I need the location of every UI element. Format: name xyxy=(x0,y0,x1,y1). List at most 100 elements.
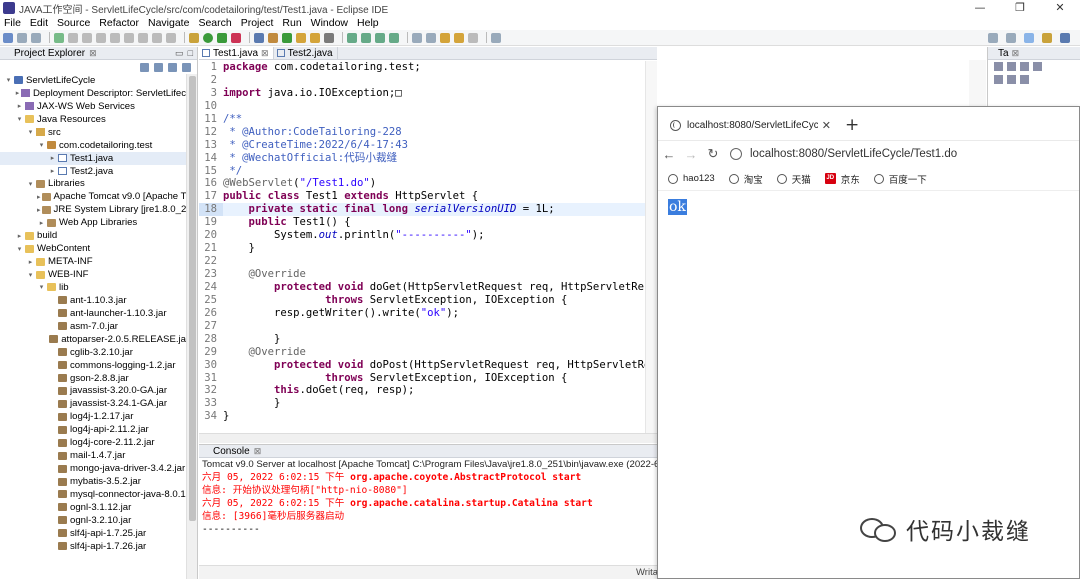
tree-item[interactable]: ▾ WEB-INF xyxy=(0,268,186,281)
bookmark-item[interactable]: JD 京东 xyxy=(824,172,860,186)
terminate-icon[interactable] xyxy=(110,32,120,43)
close-tab-icon[interactable]: ✕ xyxy=(822,119,831,132)
tree-item[interactable]: ▸ JRE System Library [jre1.8.0_25 xyxy=(0,203,186,216)
step-into-icon[interactable] xyxy=(138,32,148,43)
chevron-down-icon[interactable]: ▾ xyxy=(4,76,13,84)
menu-file[interactable]: File xyxy=(4,17,21,29)
tree-item[interactable]: ant-1.10.3.jar xyxy=(0,294,186,307)
code-line[interactable]: 27 xyxy=(199,320,657,333)
activate-icon[interactable] xyxy=(1007,75,1016,84)
toggle-mark-occurrences-icon[interactable] xyxy=(347,32,357,43)
skip-breakpoints-icon[interactable] xyxy=(68,32,78,43)
chevron-down-icon[interactable]: ▾ xyxy=(26,271,35,279)
code-line[interactable]: 34} xyxy=(199,410,657,423)
minimize-view-icon[interactable]: ▭ xyxy=(175,48,184,59)
step-return-icon[interactable] xyxy=(166,32,176,43)
suspend-icon[interactable] xyxy=(96,32,106,43)
tree-item[interactable]: ▾ ServletLifeCycle xyxy=(0,74,186,87)
tree-item[interactable]: ▸ Test2.java xyxy=(0,165,186,178)
close-tab-icon[interactable]: ⊠ xyxy=(261,48,269,59)
tree-item[interactable]: ▸ Web App Libraries xyxy=(0,216,186,229)
code-line[interactable]: 11 /** xyxy=(199,113,657,126)
tree-item[interactable]: ▸ Apache Tomcat v9.0 [Apache T xyxy=(0,190,186,203)
tree-item[interactable]: asm-7.0.jar xyxy=(0,320,186,333)
tree-item[interactable]: log4j-api-2.11.2.jar xyxy=(0,423,186,436)
chevron-down-icon[interactable]: ▾ xyxy=(26,180,35,188)
tree-item[interactable]: ▸ Test1.java xyxy=(0,151,186,165)
bookmark-item[interactable]: 淘宝 xyxy=(728,172,763,186)
code-line[interactable]: 19 public Test1() { xyxy=(199,216,657,229)
last-edit-location-icon[interactable] xyxy=(440,32,450,43)
code-line[interactable]: 22 xyxy=(199,255,657,268)
restore-button[interactable]: ❐ xyxy=(1000,0,1040,16)
disconnect-icon[interactable] xyxy=(124,32,134,43)
open-type-icon[interactable] xyxy=(296,32,306,43)
tree-item[interactable]: ▸ META-INF xyxy=(0,255,186,268)
tree-item[interactable]: ▾ com.codetailoring.test xyxy=(0,139,186,152)
tree-item[interactable]: javassist-3.20.0-GA.jar xyxy=(0,385,186,398)
tree-item[interactable]: ognl-3.2.10.jar xyxy=(0,514,186,527)
tree-item[interactable]: ▾ Libraries xyxy=(0,178,186,191)
resume-icon[interactable] xyxy=(82,32,92,43)
tree-item[interactable]: ▾ Java Resources xyxy=(0,113,186,126)
chevron-right-icon[interactable]: ▸ xyxy=(15,89,20,97)
debug-perspective-icon[interactable] xyxy=(1042,32,1052,43)
editor-horizontal-scrollbar[interactable] xyxy=(199,433,657,443)
menu-navigate[interactable]: Navigate xyxy=(148,17,189,29)
menu-window[interactable]: Window xyxy=(311,17,348,29)
tree-item[interactable]: log4j-core-2.11.2.jar xyxy=(0,436,186,449)
open-perspective-icon[interactable] xyxy=(1006,32,1016,43)
step-over-icon[interactable] xyxy=(152,32,162,43)
chevron-right-icon[interactable]: ▸ xyxy=(26,258,35,266)
jee-perspective-icon[interactable] xyxy=(1024,32,1034,43)
chevron-right-icon[interactable]: ▸ xyxy=(48,167,57,175)
tree-item[interactable]: slf4j-api-1.7.25.jar xyxy=(0,527,186,540)
code-line[interactable]: 25 throws ServletException, IOException … xyxy=(199,294,657,307)
menu-refactor[interactable]: Refactor xyxy=(99,17,139,29)
bookmark-item[interactable]: hao123 xyxy=(668,173,715,184)
collapse-all-icon[interactable] xyxy=(140,62,149,72)
tree-item[interactable]: ▸ build xyxy=(0,229,186,242)
tree-item[interactable]: ognl-3.1.12.jar xyxy=(0,501,186,514)
quick-access-icon[interactable] xyxy=(988,32,998,43)
task-list-tab[interactable]: Ta ⊠ xyxy=(988,47,1080,60)
tree-item[interactable]: ▸ JAX-WS Web Services xyxy=(0,100,186,113)
close-icon[interactable]: ⊠ xyxy=(89,48,97,59)
code-line[interactable]: 16 @WebServlet("/Test1.do") xyxy=(199,177,657,190)
menu-project[interactable]: Project xyxy=(241,17,274,29)
view-menu-icon[interactable] xyxy=(182,62,191,72)
code-line[interactable]: 23 @Override xyxy=(199,268,657,281)
tree-item[interactable]: slf4j-api-1.7.26.jar xyxy=(0,540,186,553)
chevron-right-icon[interactable]: ▸ xyxy=(37,206,41,214)
minimize-button[interactable]: — xyxy=(960,0,1000,16)
pin-editor-icon[interactable] xyxy=(491,32,501,43)
project-explorer-tab[interactable]: Project Explorer ⊠ ▭ □ xyxy=(0,47,197,60)
address-bar[interactable]: localhost:8080/ServletLifeCycle/Test1.do xyxy=(730,143,1079,165)
focus-icon[interactable] xyxy=(1020,62,1029,71)
previous-annotation-icon[interactable] xyxy=(426,32,436,43)
browser-tab[interactable]: localhost:8080/ServletLifeCycle/Test1.do… xyxy=(666,110,831,140)
close-button[interactable]: ✕ xyxy=(1040,0,1080,16)
menu-help[interactable]: Help xyxy=(357,17,379,29)
new-java-project-icon[interactable] xyxy=(254,32,264,43)
sync-icon[interactable] xyxy=(1020,75,1029,84)
chevron-right-icon[interactable]: ▸ xyxy=(15,232,24,240)
chevron-down-icon[interactable]: ▾ xyxy=(26,128,35,136)
close-icon[interactable]: ⊠ xyxy=(1012,48,1020,59)
chevron-right-icon[interactable]: ▸ xyxy=(15,102,24,110)
menu-search[interactable]: Search xyxy=(198,17,231,29)
tab-test1-java[interactable]: Test1.java ⊠ xyxy=(199,47,274,59)
code-area[interactable]: 1 package com.codetailoring.test; 2 3 import… xyxy=(199,61,657,431)
scrollbar-thumb[interactable] xyxy=(189,76,196,521)
code-line[interactable]: 24 protected void doGet(HttpServletReque… xyxy=(199,281,657,294)
tree-item[interactable]: javassist-3.24.1-GA.jar xyxy=(0,397,186,410)
filters-icon[interactable] xyxy=(168,62,177,72)
code-line[interactable]: 12 * @Author:CodeTailoring-228 xyxy=(199,126,657,139)
reload-button[interactable]: ↻ xyxy=(702,146,724,162)
code-line[interactable]: 29 @Override xyxy=(199,346,657,359)
code-line[interactable]: 10 xyxy=(199,100,657,113)
chevron-down-icon[interactable]: ▾ xyxy=(15,245,24,253)
tree-item[interactable]: ▾ lib xyxy=(0,281,186,294)
tree-item[interactable]: mysql-connector-java-8.0.1 xyxy=(0,488,186,501)
new-icon[interactable] xyxy=(3,32,13,43)
